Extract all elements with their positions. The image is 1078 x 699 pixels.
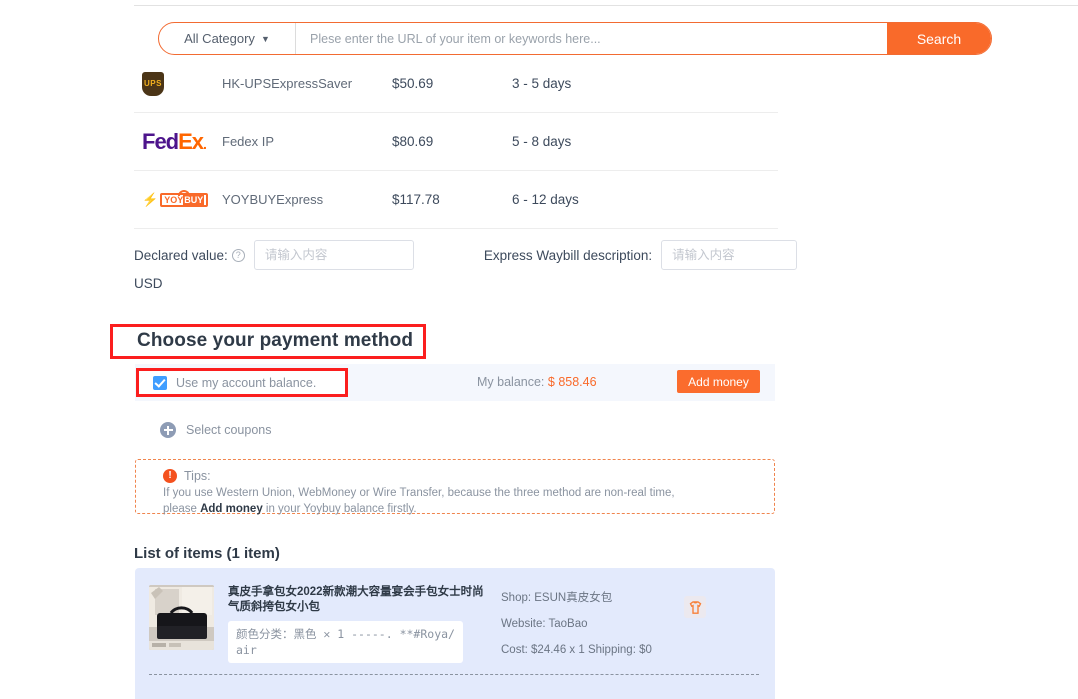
shipping-name: Fedex IP [222, 134, 275, 149]
product-cost: Cost: $24.46 x 1 Shipping: $0 [501, 644, 652, 656]
shipping-days: 6 - 12 days [512, 192, 579, 207]
tshirt-icon [684, 596, 706, 618]
table-row[interactable]: ⚡ YOYBUY YOYBUYExpress $117.78 6 - 12 da… [134, 171, 778, 229]
table-row[interactable]: UPS HK-UPSExpressSaver $50.69 3 - 5 days [134, 55, 778, 113]
tips-box: ! Tips: If you use Western Union, WebMon… [135, 459, 775, 517]
product-thumbnail[interactable] [149, 585, 214, 650]
product-variant: 颜色分类：黑色 ✕ 1 -----. **#Roya/air [228, 621, 463, 663]
shipping-name: YOYBUYExpress [222, 192, 324, 207]
shipping-price: $50.69 [392, 76, 434, 91]
my-balance-amount: $ 858.46 [547, 375, 597, 389]
waybill-description-label: Express Waybill description: [483, 247, 653, 263]
tips-title: Tips: [184, 469, 211, 483]
declared-currency: USD [134, 276, 163, 291]
search-bar: All Category ▼ Search [158, 22, 992, 55]
tips-line-2-post: in your Yoybuy balance firstly. [262, 503, 417, 515]
tips-line-2-pre: please [163, 503, 201, 515]
list-item: 真皮手拿包女2022新款潮大容量宴会手包女士时尚气质斜挎包女小包 颜色分类：黑色… [135, 568, 775, 699]
use-balance-checkbox[interactable] [153, 375, 167, 390]
yoybuy-logo-icon: ⚡ YOYBUY [134, 189, 222, 208]
shipping-price: $80.69 [392, 134, 434, 149]
declared-value-section: Declared value: ? Express Waybill descri… [134, 240, 834, 291]
table-row[interactable]: FedEx. Fedex IP $80.69 5 - 8 days [134, 113, 778, 171]
select-coupons-label: Select coupons [186, 423, 272, 437]
waybill-description-input[interactable] [661, 240, 798, 270]
tips-line-1: If you use Western Union, WebMoney or Wi… [163, 487, 675, 499]
exclamation-icon: ! [163, 469, 177, 483]
shipping-name: HK-UPSExpressSaver [222, 76, 353, 91]
product-website: Website: TaoBao [501, 618, 588, 630]
product-shop: Shop: ESUN真皮女包 [501, 592, 613, 604]
declared-value-label: Declared value: [134, 247, 228, 263]
shipping-price: $117.78 [392, 192, 440, 207]
search-button[interactable]: Search [887, 23, 991, 54]
add-money-button[interactable]: Add money [677, 370, 760, 393]
shipping-days: 3 - 5 days [512, 76, 572, 91]
plus-circle-icon [160, 422, 176, 438]
shipping-options-table: UPS HK-UPSExpressSaver $50.69 3 - 5 days… [134, 55, 778, 229]
fedex-logo-icon: FedEx. [142, 128, 207, 154]
select-coupons-row[interactable]: Select coupons [160, 422, 271, 438]
use-balance-annotation: Use my account balance. [136, 368, 348, 397]
declared-value-input[interactable] [253, 240, 414, 270]
category-dropdown[interactable]: All Category ▼ [159, 23, 296, 54]
chevron-down-icon: ▼ [260, 33, 270, 44]
list-of-items-title: List of items (1 item) [134, 545, 280, 562]
page-title: Choose your payment method [137, 330, 414, 351]
question-mark-icon[interactable]: ? [231, 248, 245, 262]
product-title[interactable]: 真皮手拿包女2022新款潮大容量宴会手包女士时尚气质斜挎包女小包 [228, 585, 486, 615]
tips-add-money-link[interactable]: Add money [200, 503, 263, 515]
ups-logo-icon: UPS [134, 71, 222, 96]
shipping-days: 5 - 8 days [512, 134, 572, 149]
use-balance-label: Use my account balance. [176, 375, 317, 390]
my-balance-label: My balance: [477, 375, 545, 389]
checkout-page: All Category ▼ Search UPS HK-UPSExpressS… [0, 0, 1078, 699]
search-input[interactable] [296, 23, 887, 54]
tips-line-2: please Add money in your Yoybuy balance … [163, 501, 774, 517]
product-info: 真皮手拿包女2022新款潮大容量宴会手包女士时尚气质斜挎包女小包 颜色分类：黑色… [228, 585, 486, 663]
top-divider [134, 5, 1078, 6]
category-label: All Category [184, 31, 255, 46]
my-balance: My balance: $ 858.46 [477, 375, 597, 389]
product-meta: Shop: ESUN真皮女包 Website: TaoBao Cost: $24… [501, 585, 652, 663]
payment-heading-annotation: Choose your payment method [110, 324, 427, 359]
item-divider [149, 674, 759, 675]
